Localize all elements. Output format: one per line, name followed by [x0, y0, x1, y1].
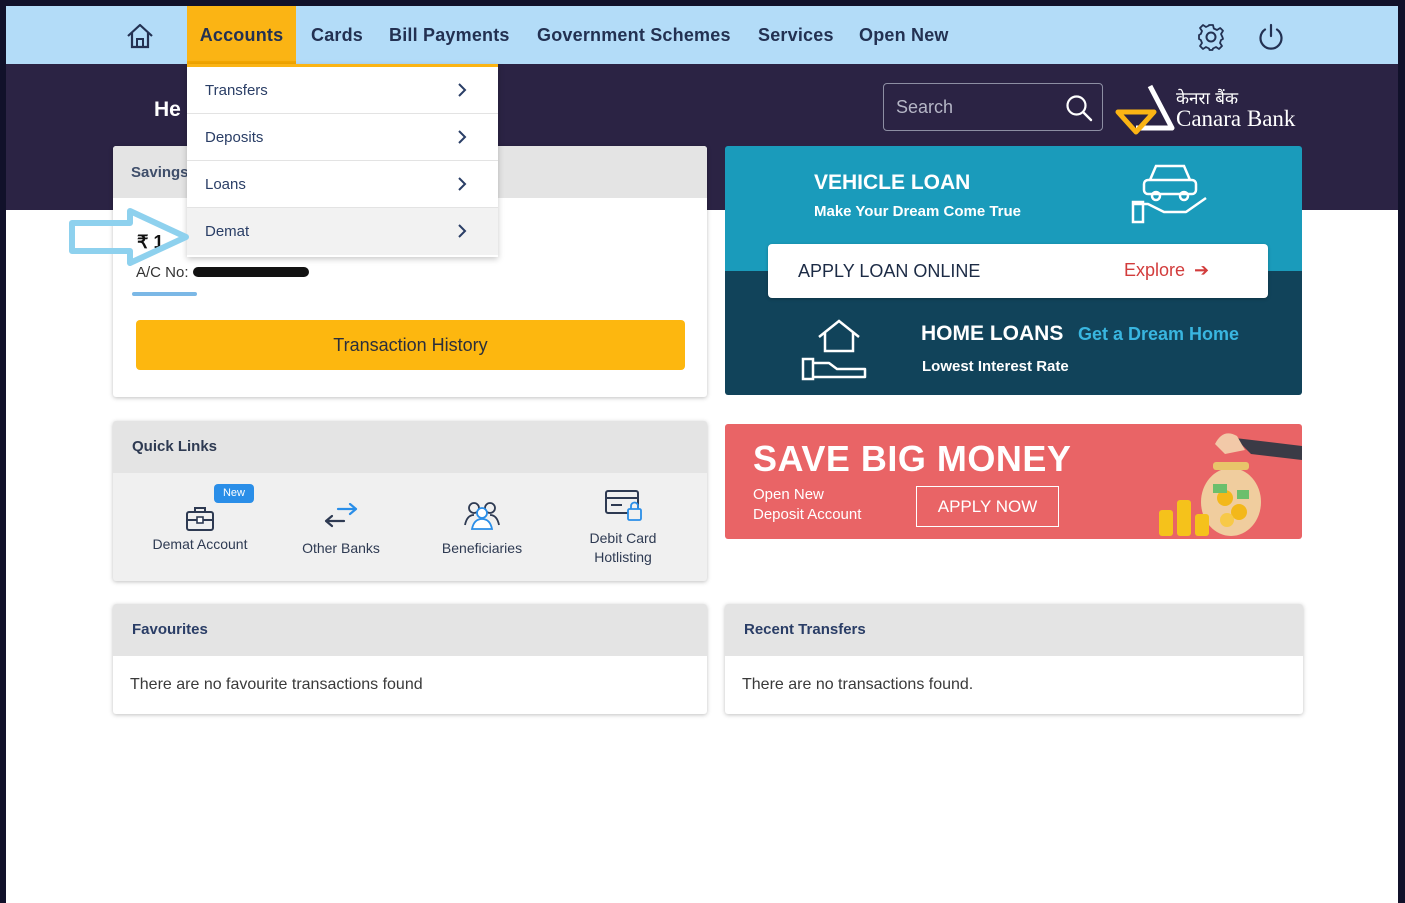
- menu-item-demat[interactable]: Demat: [187, 208, 498, 255]
- nav-bill-payments[interactable]: Bill Payments: [389, 6, 510, 64]
- save-banner-line2: Deposit Account: [753, 506, 862, 523]
- gear-icon[interactable]: [1196, 22, 1226, 57]
- search-icon[interactable]: [1064, 93, 1094, 128]
- save-banner-line1: Open New: [753, 486, 824, 503]
- logo-english-text: Canara Bank: [1176, 106, 1296, 131]
- favourites-title: Favourites: [113, 604, 707, 656]
- recent-transfers-title: Recent Transfers: [725, 604, 1303, 656]
- nav-open-new[interactable]: Open New: [859, 6, 949, 64]
- loan-promo-banner[interactable]: VEHICLE LOAN Make Your Dream Come True A…: [725, 146, 1302, 395]
- explore-label: Explore: [1124, 260, 1186, 280]
- users-icon: [464, 502, 500, 530]
- search-box[interactable]: [883, 83, 1103, 131]
- chevron-right-icon: [458, 177, 467, 191]
- top-nav: Accounts Cards Bill Payments Government …: [6, 6, 1398, 64]
- car-in-hand-icon: [1130, 158, 1210, 229]
- redaction-mark: [132, 292, 197, 296]
- house-in-hand-icon: [797, 311, 867, 386]
- save-banner-title: SAVE BIG MONEY: [753, 438, 1072, 479]
- home-loans-title: HOME LOANS: [921, 322, 1064, 345]
- power-icon[interactable]: [1256, 22, 1286, 57]
- apply-loan-online-strip[interactable]: APPLY LOAN ONLINE Explore ➔: [768, 244, 1268, 298]
- quick-link-label: Other Banks: [302, 540, 380, 556]
- apply-loan-label: APPLY LOAN ONLINE: [798, 261, 981, 281]
- transfer-arrows-icon: [324, 503, 358, 528]
- favourites-card: Favourites There are no favourite transa…: [113, 604, 707, 714]
- recent-transfers-card: Recent Transfers There are no transactio…: [725, 604, 1303, 714]
- briefcase-icon: [186, 507, 214, 531]
- pointer-arrow-annotation: [69, 208, 189, 266]
- new-badge: New: [214, 484, 254, 503]
- transaction-history-button[interactable]: Transaction History: [136, 320, 685, 370]
- quick-link-label: Beneficiaries: [441, 540, 523, 556]
- vehicle-loan-subtitle: Make Your Dream Come True: [814, 203, 1022, 220]
- home-loans-tagline: Get a Dream Home: [1078, 324, 1240, 344]
- favourites-empty-message: There are no favourite transactions foun…: [130, 676, 423, 693]
- nav-accounts[interactable]: Accounts: [187, 6, 296, 64]
- nav-services[interactable]: Services: [758, 6, 834, 64]
- app-window: Accounts Cards Bill Payments Government …: [6, 6, 1398, 903]
- menu-item-label: Transfers: [205, 82, 268, 99]
- chevron-right-icon: [458, 224, 467, 238]
- card-lock-icon: [605, 490, 642, 521]
- quick-link-label: Demat Account: [152, 536, 248, 552]
- coin-jar-illustration: [1159, 433, 1302, 536]
- vehicle-loan-title: VEHICLE LOAN: [814, 171, 971, 194]
- deposit-promo-banner[interactable]: SAVE BIG MONEY Open New Deposit Account …: [725, 424, 1302, 539]
- chevron-right-icon: [458, 130, 467, 144]
- nav-government-schemes[interactable]: Government Schemes: [537, 6, 731, 64]
- quick-links-title: Quick Links: [113, 421, 707, 473]
- home-icon[interactable]: [125, 21, 155, 56]
- recent-transfers-empty-message: There are no transactions found.: [742, 676, 974, 693]
- arrow-right-icon: ➔: [1194, 260, 1210, 280]
- menu-item-label: Demat: [205, 223, 250, 240]
- menu-item-transfers[interactable]: Transfers: [187, 67, 498, 114]
- menu-item-label: Loans: [205, 176, 246, 193]
- greeting-text: He: [154, 98, 181, 121]
- quick-links-card: Quick Links Demat Account New Other Bank…: [113, 421, 707, 581]
- home-loans-subtitle: Lowest Interest Rate: [922, 358, 1069, 375]
- nav-cards[interactable]: Cards: [311, 6, 363, 64]
- apply-now-button[interactable]: APPLY NOW: [916, 486, 1059, 527]
- menu-item-label: Deposits: [205, 129, 264, 146]
- chevron-right-icon: [458, 83, 467, 97]
- account-number-redaction: [193, 267, 309, 277]
- menu-item-deposits[interactable]: Deposits: [187, 114, 498, 161]
- accounts-dropdown-menu: Transfers Deposits Loans Demat: [187, 64, 498, 257]
- menu-item-loans[interactable]: Loans: [187, 161, 498, 208]
- search-input[interactable]: [896, 84, 1066, 130]
- canara-bank-logo: केनरा बैंक Canara Bank: [1114, 82, 1304, 138]
- canara-triangle-icon: [1115, 84, 1175, 135]
- quick-link-label: Debit Card Hotlisting: [589, 530, 657, 565]
- explore-link[interactable]: Explore ➔: [1124, 260, 1209, 281]
